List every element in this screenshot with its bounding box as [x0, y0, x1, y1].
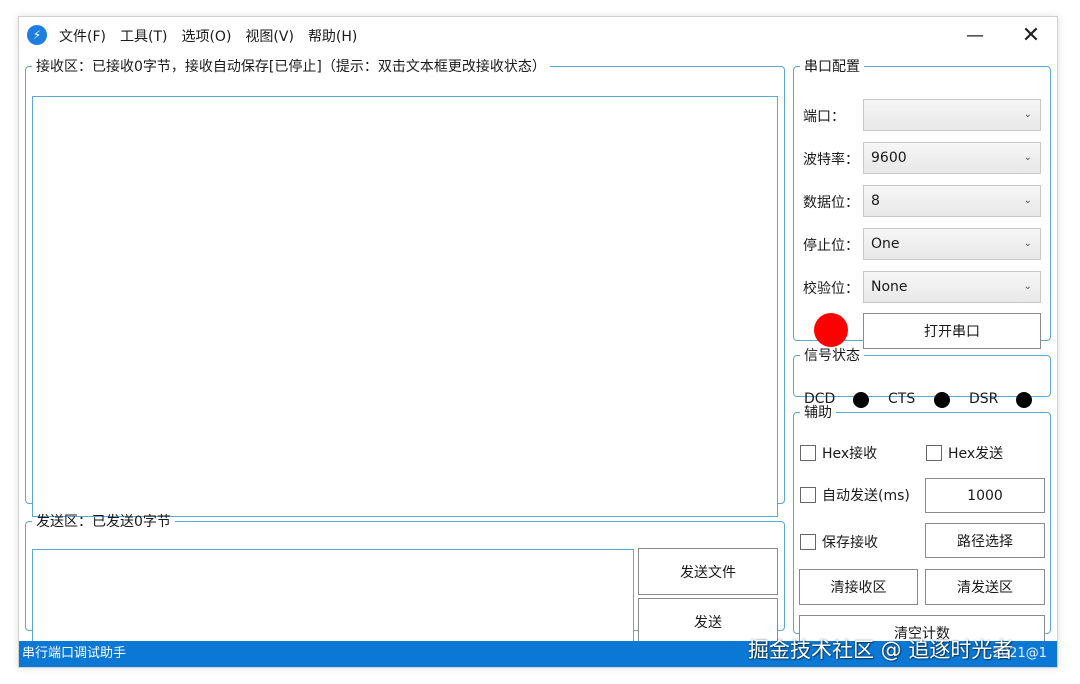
- menu-bar: 文件(F) 工具(T) 选项(O) 视图(V) 帮助(H): [59, 26, 357, 46]
- watermark-text: 掘金技术社区 @ 追逐时光者: [748, 638, 1014, 662]
- send-group: 发送区：已发送0字节 发送文件 发送: [25, 511, 785, 645]
- chevron-down-icon: ⌄: [1023, 238, 1032, 249]
- parity-label: 校验位：: [803, 281, 859, 297]
- stopbits-value: One: [871, 236, 900, 252]
- save-receive-label: 保存接收: [822, 535, 878, 551]
- hex-send-checkbox[interactable]: Hex发送: [926, 443, 1003, 463]
- path-select-button[interactable]: 路径选择: [925, 523, 1045, 558]
- clear-receive-button[interactable]: 清接收区: [799, 569, 918, 605]
- auto-send-checkbox[interactable]: 自动发送(ms): [800, 485, 910, 505]
- main-window: ⚡ 文件(F) 工具(T) 选项(O) 视图(V) 帮助(H) — ✕ 接收区：…: [18, 16, 1058, 668]
- parity-select[interactable]: None ⌄: [863, 271, 1041, 303]
- auto-send-interval-input[interactable]: 1000: [925, 478, 1045, 513]
- serial-config-title: 串口配置: [804, 59, 860, 75]
- close-button[interactable]: ✕: [1011, 21, 1051, 51]
- chevron-down-icon: ⌄: [1023, 109, 1032, 120]
- databits-label: 数据位：: [803, 195, 859, 211]
- status-app-name: 串行端口调试助手: [22, 646, 127, 661]
- hex-send-label: Hex发送: [948, 446, 1004, 462]
- hex-receive-label: Hex接收: [822, 446, 878, 462]
- checkbox-box[interactable]: [800, 534, 816, 550]
- checkbox-box[interactable]: [926, 445, 942, 461]
- send-file-button[interactable]: 发送文件: [638, 548, 778, 595]
- baud-select[interactable]: 9600 ⌄: [863, 142, 1041, 174]
- save-receive-checkbox[interactable]: 保存接收: [800, 532, 878, 552]
- baud-label: 波特率：: [803, 152, 859, 168]
- chevron-down-icon: ⌄: [1023, 281, 1032, 292]
- receive-title: 接收区：已接收0字节，接收自动保存[已停止]（提示：双击文本框更改接收状态）: [36, 59, 546, 75]
- title-bar: ⚡ 文件(F) 工具(T) 选项(O) 视图(V) 帮助(H) — ✕: [19, 17, 1057, 55]
- baud-value: 9600: [871, 150, 907, 166]
- stopbits-select[interactable]: One ⌄: [863, 228, 1041, 260]
- menu-help[interactable]: 帮助(H): [308, 26, 357, 46]
- send-title: 发送区：已发送0字节: [36, 514, 171, 530]
- checkbox-box[interactable]: [800, 487, 816, 503]
- aux-title: 辅助: [804, 405, 832, 421]
- hex-receive-checkbox[interactable]: Hex接收: [800, 443, 877, 463]
- receive-textbox[interactable]: [32, 96, 778, 517]
- menu-tools[interactable]: 工具(T): [120, 26, 167, 46]
- signal-status-title: 信号状态: [804, 348, 860, 364]
- clear-send-button[interactable]: 清发送区: [925, 569, 1045, 605]
- chevron-down-icon: ⌄: [1023, 152, 1032, 163]
- menu-view[interactable]: 视图(V): [245, 26, 294, 46]
- auto-send-label: 自动发送(ms): [822, 488, 910, 504]
- aux-group: 辅助 Hex接收 Hex发送 自动发送(ms) 1000 保存接收 路径选择 清…: [793, 402, 1051, 650]
- minimize-button[interactable]: —: [955, 21, 995, 51]
- chevron-down-icon: ⌄: [1023, 195, 1032, 206]
- port-label: 端口：: [803, 109, 845, 125]
- port-select[interactable]: ⌄: [863, 99, 1041, 131]
- stopbits-label: 停止位：: [803, 238, 859, 254]
- signal-status-group: 信号状态 DCD CTS DSR: [793, 345, 1051, 408]
- port-status-indicator: [814, 313, 848, 347]
- send-textbox[interactable]: [32, 549, 634, 645]
- checkbox-box[interactable]: [800, 445, 816, 461]
- receive-group: 接收区：已接收0字节，接收自动保存[已停止]（提示：双击文本框更改接收状态）: [25, 56, 785, 517]
- databits-select[interactable]: 8 ⌄: [863, 185, 1041, 217]
- menu-options[interactable]: 选项(O): [181, 26, 231, 46]
- serial-config-group: 串口配置 端口： ⌄ 波特率： 9600 ⌄ 数据位： 8 ⌄ 停止位： One…: [793, 56, 1051, 349]
- parity-value: None: [871, 279, 908, 295]
- databits-value: 8: [871, 193, 880, 209]
- app-logo-icon: ⚡: [27, 25, 47, 45]
- menu-file[interactable]: 文件(F): [59, 26, 106, 46]
- open-port-button[interactable]: 打开串口: [863, 313, 1041, 349]
